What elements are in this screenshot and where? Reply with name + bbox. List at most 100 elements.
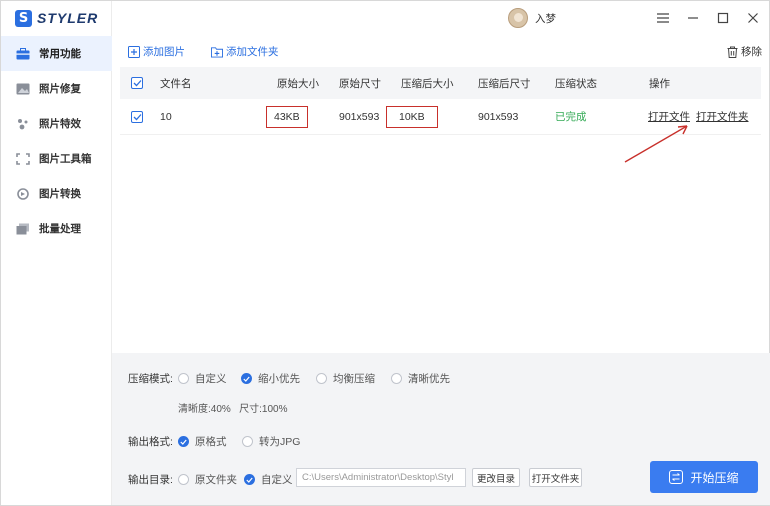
header-filename: 文件名 — [160, 77, 192, 90]
menu-button[interactable] — [655, 10, 671, 26]
format-option-label: 原格式 — [195, 436, 227, 448]
add-image-icon — [128, 45, 140, 58]
remove-button[interactable]: 移除 — [726, 44, 762, 59]
radio-checked-icon — [178, 436, 189, 447]
format-option-original[interactable]: 原格式 — [178, 434, 227, 449]
logo-mark: S — [15, 9, 32, 27]
start-compress-label: 开始压缩 — [690, 470, 739, 485]
dir-option-label: 自定义 — [261, 474, 293, 486]
radio-icon — [391, 373, 402, 384]
minimize-icon — [688, 17, 698, 19]
select-all-checkbox[interactable] — [131, 67, 143, 99]
annotation-arrow — [624, 125, 688, 163]
orig-size-highlight: 43KB — [266, 105, 308, 128]
row-status: 已完成 — [555, 111, 587, 123]
sidebar-item-common[interactable]: 常用功能 — [1, 36, 112, 71]
sidebar-item-image-toolbox[interactable]: 图片工具箱 — [1, 141, 112, 176]
row-orig-dim: 901x593 — [339, 110, 380, 123]
sidebar-item-label: 图片工具箱 — [39, 153, 92, 165]
username: 入梦 — [535, 12, 556, 25]
radio-icon — [178, 373, 189, 384]
toolbox-icon — [16, 47, 30, 60]
mode-label: 压缩模式: — [128, 373, 173, 385]
mode-option-small[interactable]: 缩小优先 — [241, 371, 300, 386]
image-convert-icon — [16, 187, 30, 200]
sidebar: S STYLER 常用功能 照片修复 照片特效 图片工具箱 图片转换 批量处理 — [1, 1, 112, 505]
format-label: 输出格式: — [128, 436, 173, 448]
sidebar-item-label: 批量处理 — [39, 223, 81, 235]
row-filename: 10 — [160, 110, 172, 123]
mode-option-custom[interactable]: 自定义 — [178, 371, 227, 386]
open-folder-link[interactable]: 打开文件夹 — [696, 99, 749, 134]
mode-option-clarity[interactable]: 清晰优先 — [391, 371, 450, 386]
mode-option-balanced[interactable]: 均衡压缩 — [316, 371, 375, 386]
open-folder-label[interactable]: 打开文件夹 — [696, 109, 749, 124]
add-image-label: 添加图片 — [143, 46, 185, 58]
add-folder-button[interactable]: 添加文件夹 — [211, 44, 279, 59]
open-output-folder-button[interactable]: 打开文件夹 — [529, 468, 582, 487]
batch-process-icon — [16, 223, 30, 235]
sidebar-item-label: 常用功能 — [39, 48, 81, 60]
row-checkbox[interactable] — [131, 99, 143, 134]
sidebar-nav: 常用功能 照片修复 照片特效 图片工具箱 图片转换 批量处理 — [1, 36, 112, 246]
dir-option-label: 原文件夹 — [195, 474, 237, 486]
add-folder-label: 添加文件夹 — [226, 46, 279, 58]
mode-option-label: 缩小优先 — [258, 373, 300, 385]
sidebar-item-photo-effects[interactable]: 照片特效 — [1, 106, 112, 141]
image-toolbox-icon — [16, 152, 30, 165]
app-logo: S STYLER — [15, 8, 98, 28]
output-path-input[interactable]: C:\Users\Administrator\Desktop\Styl — [296, 468, 466, 487]
table-header: 文件名 原始大小 原始尺寸 压缩后大小 压缩后尺寸 压缩状态 操作 — [120, 67, 761, 99]
row-comp-size: 10KB — [386, 99, 438, 134]
dir-option-original[interactable]: 原文件夹 — [178, 472, 237, 487]
check-icon — [133, 113, 141, 120]
settings-panel: 压缩模式: 自定义 缩小优先 均衡压缩 清晰优先 清晰度:40% 尺寸:100%… — [112, 353, 770, 505]
sidebar-item-image-convert[interactable]: 图片转换 — [1, 176, 112, 211]
header-comp-size: 压缩后大小 — [401, 77, 454, 90]
mode-option-label: 均衡压缩 — [333, 373, 375, 385]
sidebar-item-batch[interactable]: 批量处理 — [1, 211, 112, 246]
format-option-label: 转为JPG — [259, 436, 301, 448]
change-dir-button[interactable]: 更改目录 — [472, 468, 520, 487]
mode-option-label: 清晰优先 — [408, 373, 450, 385]
minimize-button[interactable] — [685, 10, 701, 26]
quality-hint: 清晰度:40% 尺寸:100% — [178, 404, 288, 415]
sidebar-item-photo-repair[interactable]: 照片修复 — [1, 71, 112, 106]
maximize-button[interactable] — [715, 10, 731, 26]
close-button[interactable] — [745, 10, 761, 26]
user-profile[interactable]: 入梦 — [508, 8, 556, 28]
remove-label: 移除 — [741, 46, 762, 58]
close-icon — [748, 13, 758, 23]
add-folder-icon — [211, 46, 223, 58]
photo-repair-icon — [16, 83, 30, 95]
radio-icon — [178, 474, 189, 485]
sidebar-item-label: 图片转换 — [39, 188, 81, 200]
menu-icon — [657, 13, 669, 23]
radio-checked-icon — [244, 474, 255, 485]
row-comp-dim: 901x593 — [478, 110, 519, 123]
header-orig-dim: 原始尺寸 — [339, 77, 381, 90]
logo-text: STYLER — [37, 10, 99, 26]
toolbar: 添加图片 添加文件夹 移除 — [112, 39, 770, 65]
start-compress-button[interactable]: 开始压缩 — [650, 461, 758, 493]
header-actions: 操作 — [649, 77, 670, 90]
mode-option-label: 自定义 — [195, 373, 227, 385]
title-bar: 入梦 — [112, 1, 770, 37]
check-icon — [133, 80, 141, 87]
sidebar-item-label: 照片修复 — [39, 83, 81, 95]
row-orig-size: 43KB — [266, 99, 308, 134]
comp-size-highlight: 10KB — [386, 105, 438, 128]
radio-checked-icon — [241, 373, 252, 384]
maximize-icon — [717, 12, 729, 24]
dir-label: 输出目录: — [128, 474, 173, 486]
trash-icon — [726, 46, 738, 58]
dir-option-custom[interactable]: 自定义 — [244, 472, 293, 487]
header-orig-size: 原始大小 — [277, 77, 319, 90]
add-image-button[interactable]: 添加图片 — [128, 44, 185, 59]
app-window: S STYLER 常用功能 照片修复 照片特效 图片工具箱 图片转换 批量处理 … — [0, 0, 770, 506]
format-option-jpg[interactable]: 转为JPG — [242, 434, 300, 449]
avatar[interactable] — [508, 8, 528, 28]
compress-icon — [669, 470, 684, 484]
radio-icon — [242, 436, 253, 447]
header-status: 压缩状态 — [555, 77, 597, 90]
